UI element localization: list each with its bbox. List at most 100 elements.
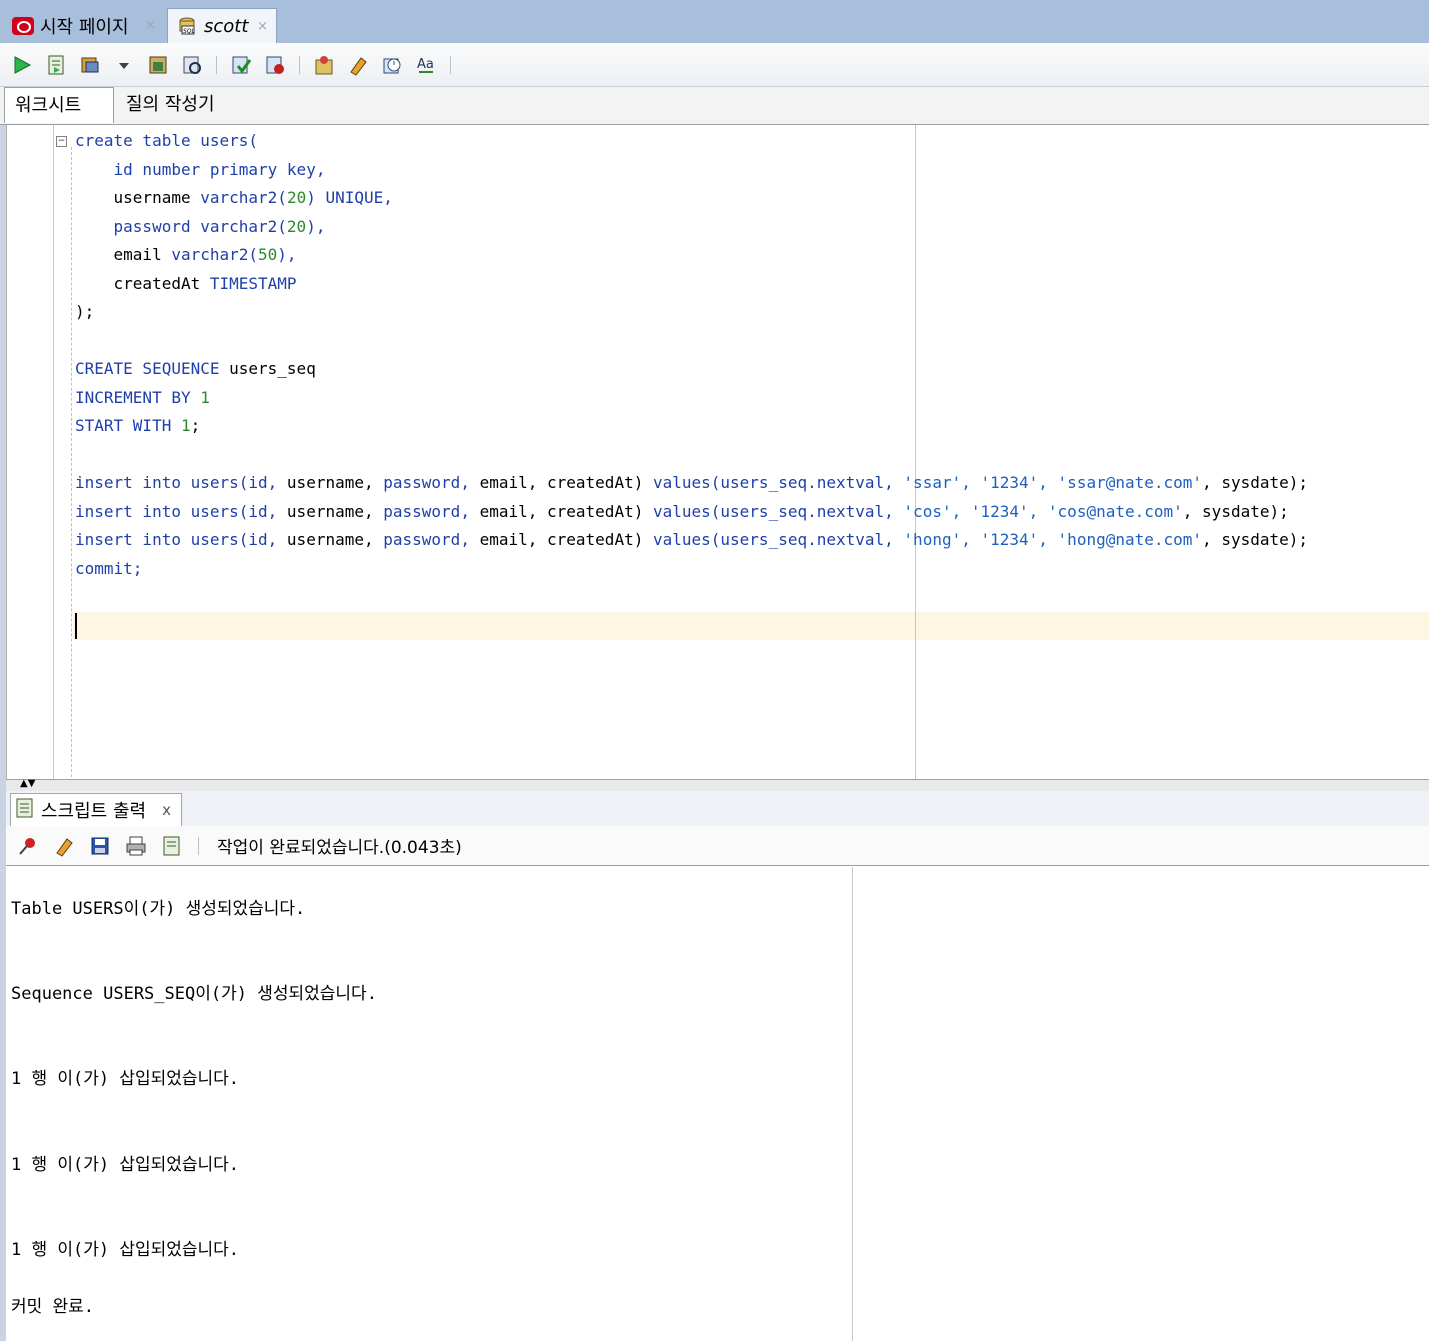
code-token: varchar2( — [200, 188, 287, 207]
close-icon[interactable]: x — [162, 801, 171, 819]
svg-text:Aa: Aa — [417, 57, 434, 72]
code-line[interactable]: START WITH 1; — [75, 412, 1308, 441]
close-icon[interactable]: × — [145, 18, 156, 33]
code-line[interactable]: insert into users(id, username, password… — [75, 526, 1308, 555]
code-token: ) UNIQUE, — [306, 188, 393, 207]
output-line: 1 행 이(가) 삽입되었습니다. — [11, 1069, 240, 1089]
toolbar-separator — [299, 55, 300, 74]
sql-tuning-icon[interactable] — [178, 51, 206, 79]
code-token: CREATE SEQUENCE — [75, 359, 230, 378]
code-token: users_seq — [229, 359, 316, 378]
code-line[interactable]: ); — [75, 298, 1308, 327]
output-line: 1 행 이(가) 삽입되었습니다. — [11, 1240, 240, 1260]
tab-scott[interactable]: SQL scott × — [167, 8, 277, 43]
output-line: Sequence USERS_SEQ이(가) 생성되었습니다. — [11, 984, 377, 1004]
oracle-icon — [12, 16, 34, 35]
code-token: ); — [75, 302, 95, 321]
code-token: ), — [277, 245, 297, 264]
line-gutter — [7, 125, 54, 779]
code-token: id number primary key, — [75, 159, 326, 179]
code-token: password, — [383, 530, 480, 549]
code-token: email, createdAt) — [479, 501, 653, 521]
script-output-area[interactable]: Table USERS이(가) 생성되었습니다. Sequence USERS_… — [6, 867, 1429, 1341]
splitter-arrows-icon[interactable]: ▲▼ — [20, 779, 35, 789]
code-token: 'cos', '1234', 'cos@nate.com' — [903, 501, 1183, 521]
tab-start-page[interactable]: 시작 페이지 × — [4, 8, 164, 43]
pin-icon[interactable] — [14, 832, 42, 860]
code-line[interactable]: insert into users(id, username, password… — [75, 498, 1308, 527]
sql-history-icon[interactable] — [378, 51, 406, 79]
code-token: email, createdAt) — [479, 473, 653, 492]
fold-toggle-icon[interactable]: − — [56, 136, 67, 147]
code-line[interactable]: commit; — [75, 555, 1308, 584]
code-line[interactable]: CREATE SEQUENCE users_seq — [75, 355, 1308, 384]
sql-connection-icon: SQL — [176, 15, 198, 37]
tab-query-builder[interactable]: 질의 작성기 — [116, 87, 225, 123]
code-text[interactable]: create table users( id number primary ke… — [75, 127, 1308, 583]
code-token: 50 — [258, 245, 278, 264]
code-line[interactable]: password varchar2(20), — [75, 213, 1308, 242]
toolbar-separator — [198, 836, 199, 855]
document-tab-strip: 시작 페이지 × SQL scott × — [0, 0, 1429, 43]
code-line[interactable]: insert into users(id, username, password… — [75, 469, 1308, 498]
current-line-highlight — [73, 612, 1429, 640]
code-token: insert into users(id, — [75, 501, 287, 521]
code-token: password varchar2( — [75, 216, 287, 236]
svg-text:SQL: SQL — [183, 28, 195, 35]
save-icon[interactable] — [86, 832, 114, 860]
commit-icon[interactable] — [227, 51, 255, 79]
code-token: 20 — [286, 216, 307, 236]
tab-label: 시작 페이지 — [40, 16, 129, 38]
code-token: , sysdate); — [1182, 501, 1289, 521]
code-line[interactable] — [75, 327, 1308, 356]
code-token: varchar2( — [171, 245, 259, 264]
output-line: 커밋 완료. — [11, 1297, 95, 1317]
code-token: values(users_seq.nextval, — [652, 501, 904, 521]
code-line[interactable]: id number primary key, — [75, 156, 1308, 185]
code-line[interactable]: INCREMENT BY 1 — [75, 384, 1308, 413]
code-token: username, — [286, 530, 384, 549]
clear-icon[interactable] — [50, 832, 78, 860]
code-token: ; — [190, 416, 201, 435]
execution-status: 작업이 완료되었습니다.(0.043초) — [217, 838, 462, 858]
code-token: START WITH — [75, 416, 181, 435]
output-line: 1 행 이(가) 삽입되었습니다. — [11, 1155, 240, 1175]
autotrace-icon[interactable] — [76, 51, 104, 79]
worksheet-toolbar: Aa — [0, 43, 1429, 87]
code-token: INCREMENT BY — [75, 387, 201, 407]
code-line[interactable] — [75, 441, 1308, 470]
sql-editor[interactable]: − create table users( id number primary … — [6, 125, 1429, 779]
rollback-icon[interactable] — [261, 51, 289, 79]
code-token: commit; — [75, 558, 143, 578]
code-token: , sysdate); — [1202, 473, 1309, 492]
tab-worksheet[interactable]: 워크시트 — [4, 87, 114, 123]
code-token: create table users( — [75, 131, 259, 150]
run-script-icon[interactable] — [42, 51, 70, 79]
code-token: , sysdate); — [1202, 530, 1309, 549]
tab-label: 스크립트 출력 — [41, 801, 147, 822]
print-icon[interactable] — [122, 832, 150, 860]
output-divider — [852, 867, 853, 1341]
code-token: TIMESTAMP — [209, 273, 297, 293]
code-line[interactable]: email varchar2(50), — [75, 241, 1308, 270]
dropdown-icon[interactable] — [110, 51, 138, 79]
tab-script-output[interactable]: 스크립트 출력 x — [10, 793, 182, 826]
text-caret — [75, 613, 77, 639]
run-statement-icon[interactable] — [8, 51, 36, 79]
format-icon[interactable]: Aa — [412, 51, 440, 79]
worksheet-subtabs: 워크시트 질의 작성기 — [0, 87, 1429, 125]
code-line[interactable]: create table users( — [75, 127, 1308, 156]
close-icon[interactable]: × — [257, 19, 268, 34]
code-token: 1 — [180, 416, 191, 435]
explain-plan-icon[interactable] — [144, 51, 172, 79]
code-token: values(users_seq.nextval, — [652, 530, 904, 549]
output-toolbar: 작업이 완료되었습니다.(0.043초) — [6, 826, 1429, 866]
code-line[interactable]: username varchar2(20) UNIQUE, — [75, 184, 1308, 213]
fold-guide — [71, 147, 72, 777]
unshared-sql-icon[interactable] — [310, 51, 338, 79]
code-line[interactable]: createdAt TIMESTAMP — [75, 270, 1308, 299]
code-token: 1 — [200, 387, 210, 407]
script-output-icon[interactable] — [158, 832, 186, 860]
code-token: password, — [383, 473, 480, 492]
clear-icon[interactable] — [344, 51, 372, 79]
